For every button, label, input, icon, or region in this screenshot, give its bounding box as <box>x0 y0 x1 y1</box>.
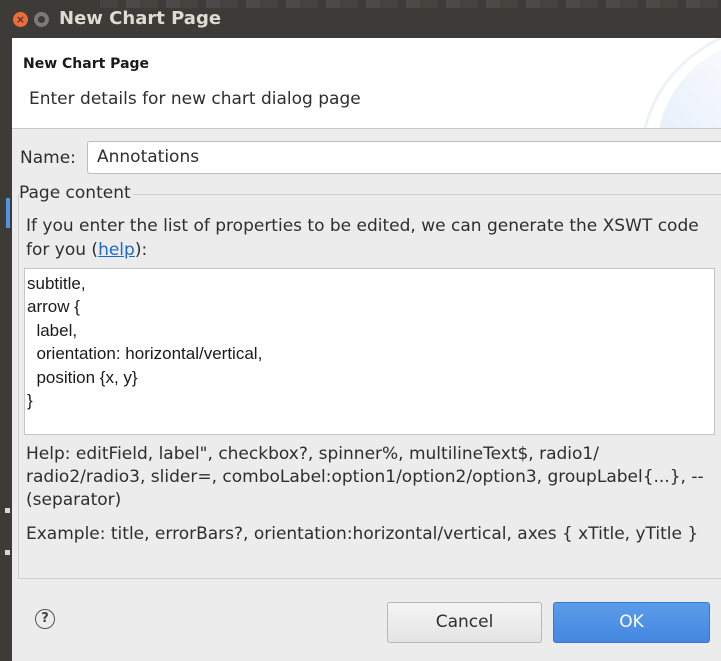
dialog-header: New Chart Page Enter details for new cha… <box>12 38 721 129</box>
name-label: Name: <box>20 148 76 168</box>
minimize-icon[interactable] <box>34 12 49 27</box>
background-dot <box>5 508 10 513</box>
name-field[interactable]: Annotations <box>87 141 721 174</box>
help-link[interactable]: help <box>98 240 135 260</box>
background-dot <box>5 550 10 555</box>
header-banner-graphic <box>643 38 721 128</box>
syntax-help-text: Help: editField, label", checkbox?, spin… <box>26 444 704 510</box>
background-accent-mark <box>6 198 10 228</box>
window-title: New Chart Page <box>59 8 222 29</box>
window-titlebar: × New Chart Page <box>0 0 721 38</box>
background-window-edge <box>0 38 12 661</box>
close-icon[interactable]: × <box>13 12 28 27</box>
page-content-intro: If you enter the list of properties to b… <box>26 214 716 262</box>
help-icon[interactable]: ? <box>35 609 55 629</box>
ok-button[interactable]: OK <box>553 602 710 643</box>
page-content-legend: Page content <box>19 183 133 203</box>
intro-suffix: ): <box>134 240 148 260</box>
cancel-button[interactable]: Cancel <box>387 602 542 643</box>
header-title: New Chart Page <box>23 56 150 72</box>
syntax-example-text: Example: title, errorBars?, orientation:… <box>26 524 699 544</box>
properties-textarea[interactable]: subtitle, arrow { label, orientation: ho… <box>24 268 715 435</box>
background-window-strip <box>100 0 721 8</box>
header-description: Enter details for new chart dialog page <box>29 89 361 109</box>
